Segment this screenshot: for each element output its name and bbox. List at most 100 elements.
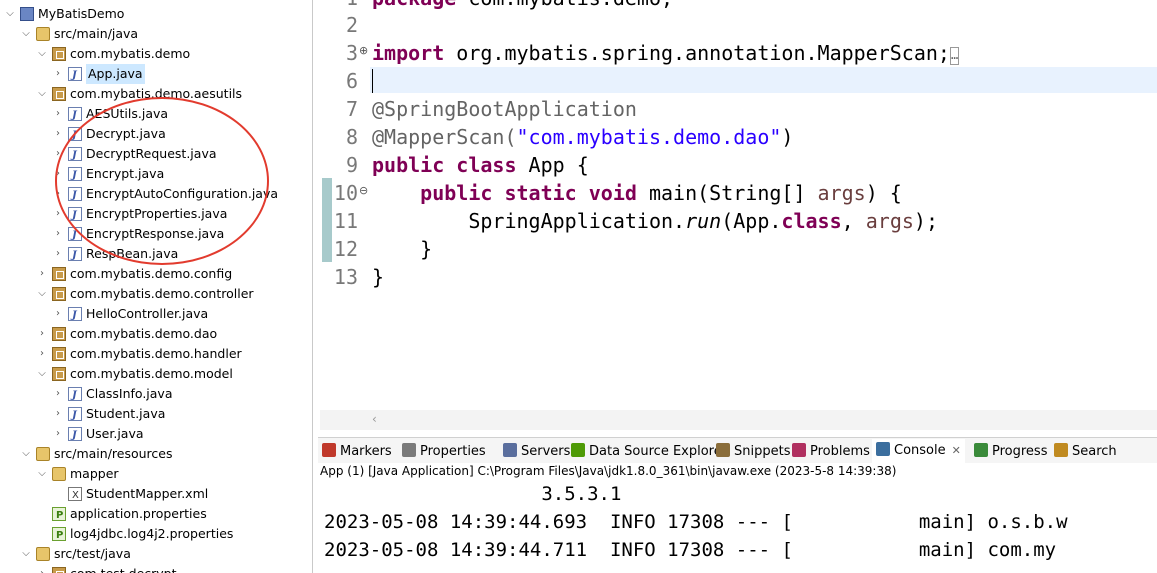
line-number: 2 — [345, 13, 358, 37]
collapsed-chevron-icon[interactable]: › — [52, 124, 64, 144]
tree-item[interactable]: › J DecryptRequest.java — [0, 144, 312, 164]
collapsed-chevron-icon[interactable]: › — [52, 304, 64, 324]
collapsed-chevron-icon[interactable]: › — [52, 184, 64, 204]
line-number: 13 — [333, 265, 358, 289]
tree-item-label: EncryptResponse.java — [86, 226, 225, 241]
code-line: public class App { — [372, 153, 589, 177]
tree-item[interactable]: X StudentMapper.xml — [0, 484, 312, 504]
tree-item-label: EncryptProperties.java — [86, 206, 228, 221]
tree-item-label: log4jdbc.log4j2.properties — [70, 526, 234, 541]
tree-item[interactable]: › J HelloController.java — [0, 304, 312, 324]
package-icon — [52, 347, 66, 361]
expanded-chevron-icon[interactable]: ⌵ — [36, 284, 48, 304]
tree-item[interactable]: ⌵ com.mybatis.demo — [0, 44, 312, 64]
java-file-icon: J — [68, 67, 82, 81]
collapsed-chevron-icon[interactable]: › — [52, 204, 64, 224]
expanded-chevron-icon[interactable]: ⌵ — [20, 24, 32, 44]
tree-item[interactable]: ⌵ com.mybatis.demo.controller — [0, 284, 312, 304]
tree-item[interactable]: › J Student.java — [0, 404, 312, 424]
tree-item[interactable]: ⌵ MyBatisDemo — [0, 4, 312, 24]
snippets-tab[interactable]: Snippets — [716, 442, 790, 462]
tree-item[interactable]: › J User.java — [0, 424, 312, 444]
tree-item-label: com.mybatis.demo.aesutils — [70, 86, 243, 101]
collapsed-chevron-icon[interactable]: › — [52, 424, 64, 444]
collapsed-chevron-icon[interactable]: › — [52, 404, 64, 424]
collapsed-chevron-icon[interactable]: › — [52, 144, 64, 164]
tree-item[interactable]: Papplication.properties — [0, 504, 312, 524]
tree-item-label: src/test/java — [54, 546, 131, 561]
expanded-chevron-icon[interactable]: ⌵ — [20, 444, 32, 464]
expanded-chevron-icon[interactable]: ⌵ — [20, 544, 32, 564]
tree-item[interactable]: › com.mybatis.demo.handler — [0, 344, 312, 364]
tree-item[interactable]: Plog4jdbc.log4j2.properties — [0, 524, 312, 544]
tree-item[interactable]: › J AESUtils.java — [0, 104, 312, 124]
expanded-chevron-icon[interactable]: ⌵ — [36, 464, 48, 484]
tree-item[interactable]: › com.mybatis.demo.dao — [0, 324, 312, 344]
collapsed-chevron-icon[interactable]: › — [52, 104, 64, 124]
tree-item[interactable]: › J Decrypt.java — [0, 124, 312, 144]
expanded-chevron-icon[interactable]: ⌵ — [36, 364, 48, 384]
collapsed-chevron-icon[interactable]: › — [36, 264, 48, 284]
tree-item[interactable]: › J EncryptAutoConfiguration.java — [0, 184, 312, 204]
markers-tab[interactable]: Markers — [322, 442, 392, 462]
tree-item-label: Student.java — [86, 406, 166, 421]
collapsed-chevron-icon[interactable]: › — [36, 324, 48, 344]
tree-item[interactable]: › J RespBean.java — [0, 244, 312, 264]
tree-item[interactable]: › J ClassInfo.java — [0, 384, 312, 404]
tree-item-label: com.mybatis.demo.dao — [70, 326, 218, 341]
search-tab[interactable]: Search — [1054, 442, 1117, 462]
tree-item[interactable]: ⌵ src/test/java — [0, 544, 312, 564]
bottom-panel-tabs: Markers Properties Servers Data Source Expl… — [318, 437, 1157, 463]
tree-item[interactable]: ⌵ com.mybatis.demo.model — [0, 364, 312, 384]
collapsed-chevron-icon[interactable]: › — [52, 224, 64, 244]
collapsed-chevron-icon[interactable]: › — [52, 384, 64, 404]
tree-item[interactable]: ⌵ mapper — [0, 464, 312, 484]
tree-item[interactable]: › J Encrypt.java — [0, 164, 312, 184]
tree-item-label: mapper — [70, 466, 119, 481]
tree-item[interactable]: › com.mybatis.demo.config — [0, 264, 312, 284]
collapsed-chevron-icon[interactable]: › — [52, 164, 64, 184]
expanded-chevron-icon[interactable]: ⌵ — [4, 4, 16, 24]
scroll-left-icon[interactable]: ‹ — [372, 412, 377, 426]
tree-item-label: com.mybatis.demo.config — [70, 266, 233, 281]
data-source-explorer-icon — [571, 443, 585, 457]
fold-collapse-icon[interactable]: ⊖ — [359, 184, 368, 197]
tree-item[interactable]: › J EncryptResponse.java — [0, 224, 312, 244]
console-tab[interactable]: Console ✕ — [872, 439, 965, 463]
java-file-icon: J — [68, 107, 82, 121]
source-folder-icon — [36, 27, 50, 41]
properties-icon — [402, 443, 416, 457]
collapsed-imports-marker[interactable]: … — [949, 47, 960, 65]
data-source-explorer-tab[interactable]: Data Source Explorer — [571, 442, 727, 462]
tree-item[interactable]: › J App.java — [0, 64, 312, 84]
line-number: 8 — [345, 125, 358, 149]
markers-icon — [322, 443, 336, 457]
tree-item[interactable]: ⌵ com.mybatis.demo.aesutils — [0, 84, 312, 104]
expanded-chevron-icon[interactable]: ⌵ — [36, 84, 48, 104]
console-icon — [876, 442, 890, 456]
servers-tab[interactable]: Servers — [503, 442, 570, 462]
fold-expand-icon[interactable]: ⊕ — [359, 44, 368, 57]
close-icon[interactable]: ✕ — [952, 444, 961, 457]
console-line: 3.5.3.1 — [324, 483, 622, 505]
console-output[interactable]: 3.5.3.1 2023-05-08 14:39:44.693 INFO 173… — [318, 480, 1157, 573]
horizontal-scrollbar[interactable]: ‹ — [320, 410, 1157, 430]
collapsed-chevron-icon[interactable]: › — [52, 244, 64, 264]
collapsed-chevron-icon[interactable]: › — [36, 344, 48, 364]
tab-label: Servers — [521, 444, 571, 459]
collapsed-chevron-icon[interactable] — [36, 524, 48, 544]
problems-tab[interactable]: Problems — [792, 442, 870, 462]
collapsed-chevron-icon[interactable]: › — [52, 64, 64, 84]
tree-item[interactable]: ⌵ src/main/java — [0, 24, 312, 44]
collapsed-chevron-icon[interactable] — [36, 504, 48, 524]
progress-tab[interactable]: Progress — [974, 442, 1047, 462]
collapsed-chevron-icon[interactable] — [52, 484, 64, 504]
tree-item[interactable]: › com.test.decrypt — [0, 564, 312, 573]
collapsed-chevron-icon[interactable]: › — [36, 564, 48, 573]
expanded-chevron-icon[interactable]: ⌵ — [36, 44, 48, 64]
folder-icon — [52, 467, 66, 481]
tree-item[interactable]: ⌵ src/main/resources — [0, 444, 312, 464]
tree-item[interactable]: › J EncryptProperties.java — [0, 204, 312, 224]
properties-tab[interactable]: Properties — [402, 442, 486, 462]
java-file-icon: J — [68, 307, 82, 321]
